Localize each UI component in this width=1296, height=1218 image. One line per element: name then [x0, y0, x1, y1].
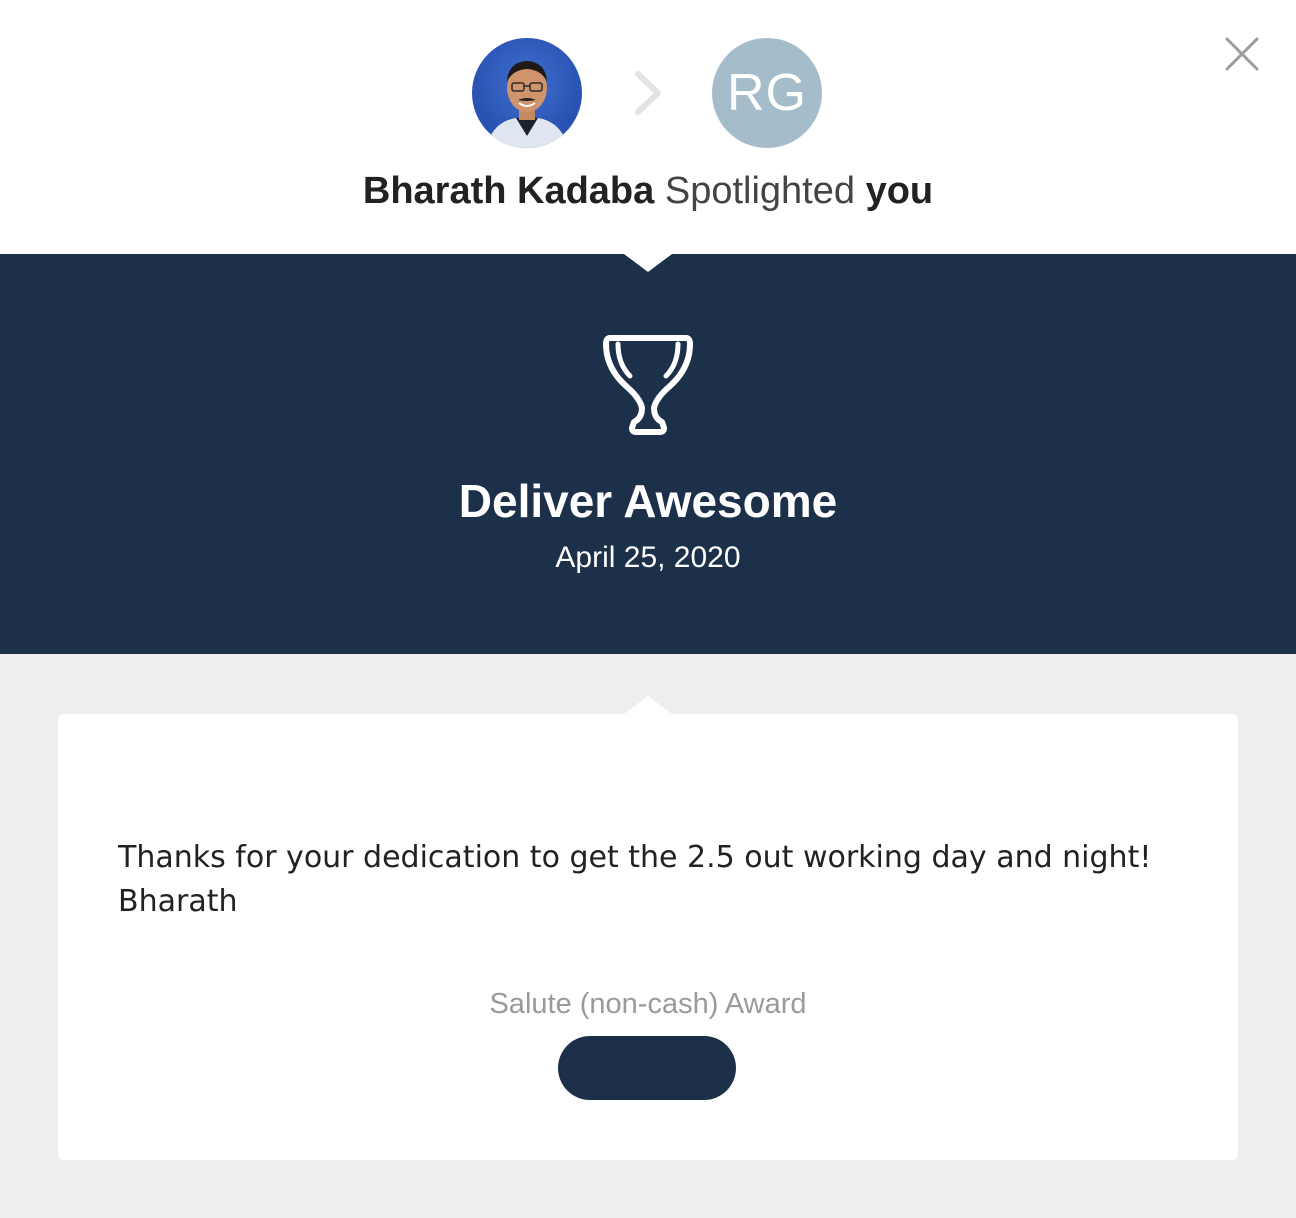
sender-avatar [472, 38, 582, 148]
spotlight-modal: RG Bharath Kadaba Spotlighted you Delive… [0, 0, 1296, 1218]
recipient-initials: RG [727, 64, 807, 122]
band-pointer [624, 254, 672, 272]
modal-header: RG Bharath Kadaba Spotlighted you [0, 0, 1296, 254]
close-button[interactable] [1222, 34, 1262, 74]
trophy-icon [596, 330, 700, 438]
award-band [0, 254, 1296, 654]
close-icon[interactable] [1222, 34, 1262, 74]
chevron-right-icon [630, 68, 666, 118]
spotlight-headline: Bharath Kadaba Spotlighted you [0, 166, 1296, 216]
award-date: April 25, 2020 [555, 541, 741, 574]
award-action-button[interactable] [558, 1036, 736, 1100]
message-signature: Bharath [118, 884, 238, 919]
award-type-label: Salute (non-cash) Award [489, 988, 807, 1020]
sender-name[interactable]: Bharath Kadaba [363, 170, 654, 212]
recipient-avatar: RG [712, 38, 822, 148]
sender-photo [472, 38, 582, 148]
award-title: Deliver Awesome [458, 475, 838, 527]
action-text: Spotlighted [664, 170, 855, 212]
card-pointer [624, 696, 672, 714]
message-line: Thanks for your dedication to get the 2.… [118, 840, 1152, 875]
spotlight-message: Thanks for your dedication to get the 2.… [118, 836, 1198, 924]
recipient-text: you [865, 170, 934, 212]
